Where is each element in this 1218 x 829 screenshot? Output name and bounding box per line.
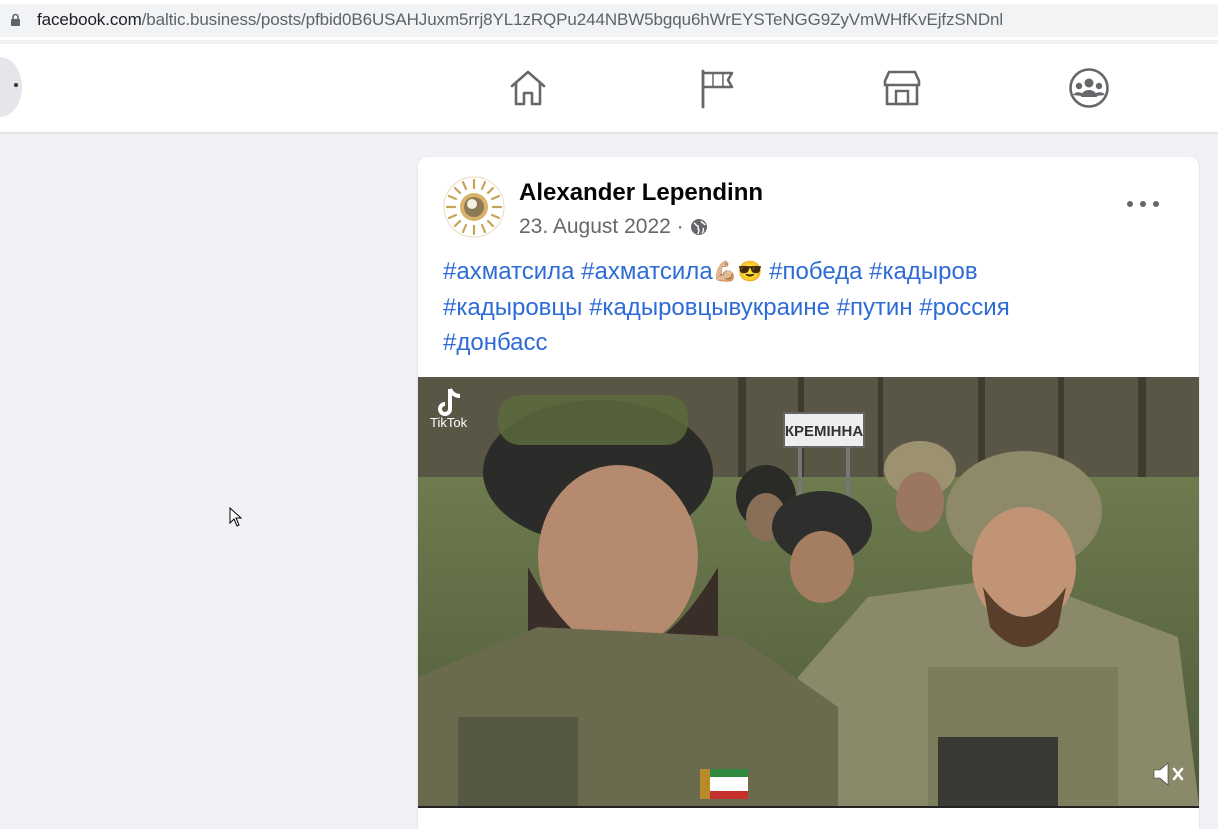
mouse-cursor-icon	[229, 507, 243, 527]
post-card: Alexander Lependinn 23. August 2022 · #а…	[418, 157, 1199, 829]
sunglasses-emoji: 😎	[737, 261, 763, 284]
hashtags[interactable]: #ахматсила #ахматсила	[443, 258, 713, 285]
author-avatar[interactable]	[443, 176, 505, 238]
home-icon	[510, 70, 546, 106]
lock-icon[interactable]	[10, 13, 21, 27]
post-meta: 23. August 2022 ·	[519, 215, 708, 239]
hashtag-line-2[interactable]: #кадыровцы #кадыровцывукраине #путин #ро…	[443, 290, 1163, 325]
road-sign-text: КРЕМІННА	[785, 423, 863, 440]
hashtags[interactable]: #победа #кадыров	[762, 258, 977, 285]
more-dot-icon	[1153, 201, 1159, 207]
hashtag-line-1: #ахматсила #ахматсила💪🏼😎 #победа #кадыро…	[443, 254, 1163, 290]
browser-address-bar[interactable]: facebook.com/baltic.business/posts/pfbid…	[0, 0, 1218, 40]
post-video[interactable]: КРЕМІННА TikTok	[418, 377, 1199, 806]
nav-groups[interactable]	[1067, 66, 1111, 110]
video-bottom-border	[418, 806, 1199, 808]
back-icon	[14, 83, 18, 87]
tiktok-watermark-icon: TikTok	[430, 388, 468, 430]
nav-pages[interactable]	[694, 66, 738, 110]
url-domain: facebook.com	[37, 10, 142, 29]
more-dot-icon	[1140, 201, 1146, 207]
avatar-logo-icon	[443, 176, 505, 238]
globe-icon[interactable]	[690, 218, 708, 236]
nav-marketplace[interactable]	[880, 66, 924, 110]
muted-speaker-icon[interactable]	[1151, 758, 1187, 790]
hashtag-line-3[interactable]: #донбасс	[443, 325, 1163, 360]
url-path: /baltic.business/posts/pfbid0B6USAHJuxm5…	[141, 10, 1004, 29]
pages-flag-icon	[701, 69, 734, 109]
nav-home[interactable]	[506, 66, 550, 110]
video-frame: КРЕМІННА	[418, 377, 1199, 806]
groups-icon	[1069, 68, 1109, 108]
url-text[interactable]: facebook.com/baltic.business/posts/pfbid…	[37, 10, 1003, 30]
flexed-biceps-emoji: 💪🏼	[712, 261, 738, 284]
post-date[interactable]: 23. August 2022 ·	[519, 215, 684, 239]
facebook-top-nav	[0, 44, 1218, 132]
back-button[interactable]	[0, 57, 22, 117]
tiktok-label: TikTok	[430, 415, 468, 430]
marketplace-icon	[883, 70, 921, 106]
post-text: #ахматсила #ахматсила💪🏼😎 #победа #кадыро…	[443, 254, 1163, 360]
post-author-name[interactable]: Alexander Lependinn	[519, 179, 763, 207]
post-more-options-button[interactable]	[1127, 192, 1159, 216]
more-dot-icon	[1127, 201, 1133, 207]
